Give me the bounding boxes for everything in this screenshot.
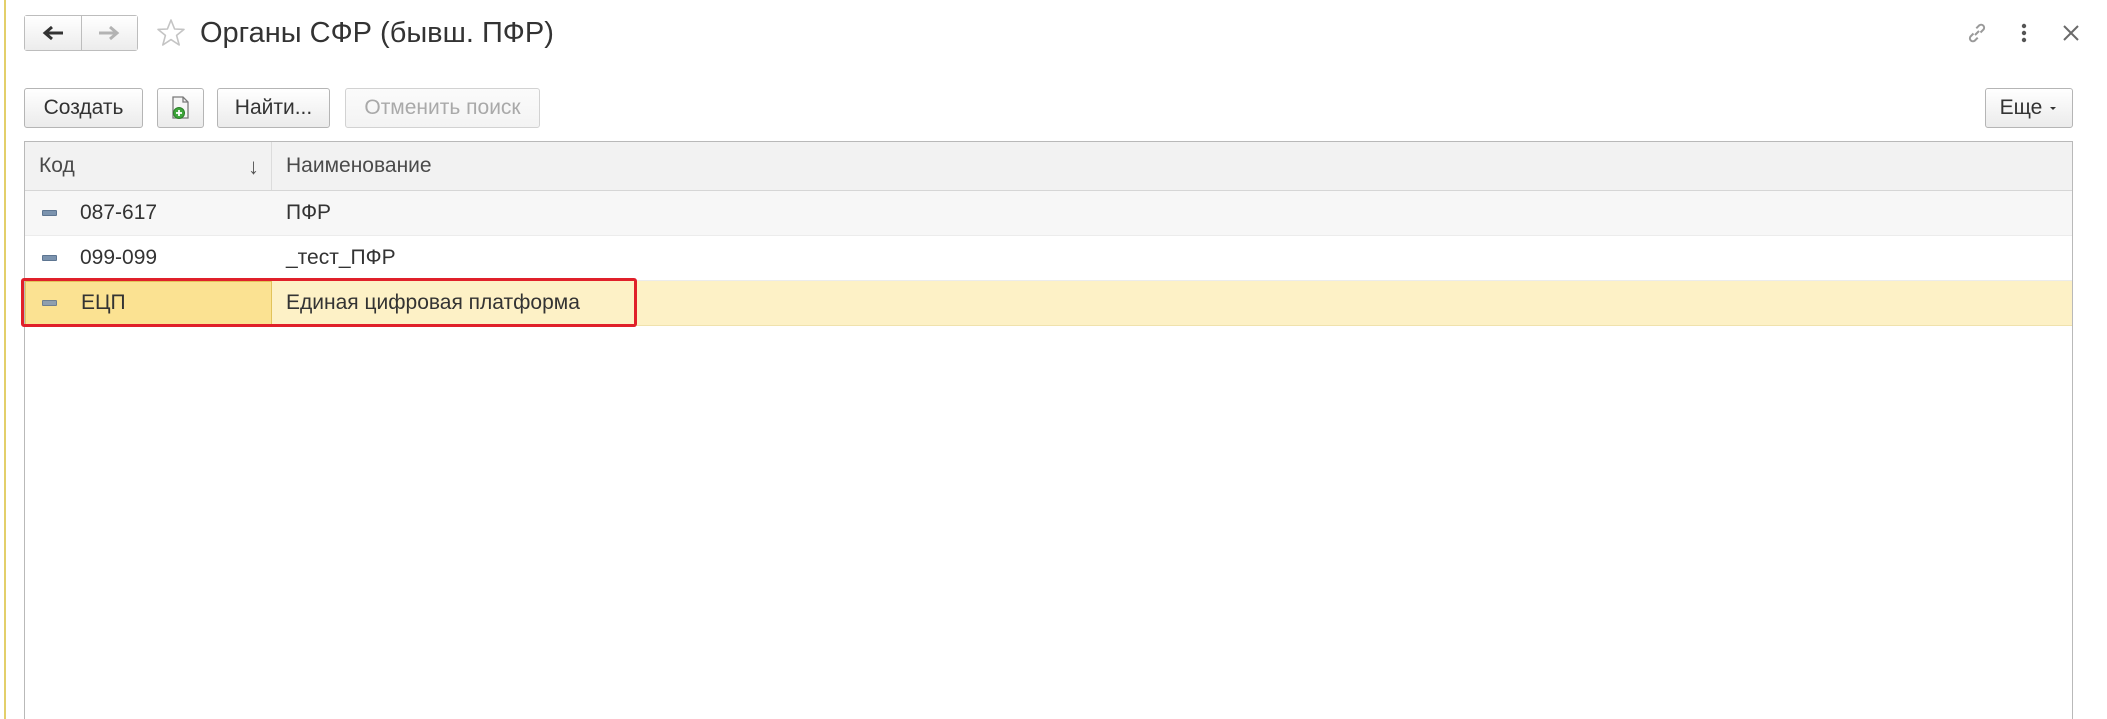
cell-name: Единая цифровая платформа [286,291,580,314]
cell-name: _тест_ПФР [286,246,396,269]
column-header-code-label: Код [39,154,75,177]
create-button-label: Создать [43,96,124,119]
more-button[interactable]: Еще [1985,88,2073,128]
catalog-item-icon [42,300,57,306]
navigation-buttons [24,15,138,51]
more-actions-button[interactable] [2011,20,2037,46]
forward-button[interactable] [80,16,137,50]
cell-name: ПФР [286,201,332,224]
more-vertical-icon [2021,23,2027,43]
create-copy-button[interactable] [157,88,204,128]
document-add-icon [171,96,189,119]
close-icon [2063,25,2079,41]
link-icon [1968,23,1986,43]
link-button[interactable] [1964,20,1990,46]
arrow-right-icon [99,25,120,41]
cell-code-selected: ЕЦП [25,281,272,325]
catalog-window: Органы СФР (бывш. ПФР) Создать Найти... … [0,0,2107,719]
page-title: Органы СФР (бывш. ПФР) [200,17,554,49]
cell-code: 099-099 [80,246,158,269]
close-button[interactable] [2058,20,2084,46]
favorite-button[interactable] [155,17,187,49]
column-header-code[interactable]: Код ↓ [25,142,272,190]
table-row[interactable]: 099-099 _тест_ПФР [25,236,2072,281]
table-header: Код ↓ Наименование [25,142,2072,191]
arrow-left-icon [42,25,63,41]
back-button[interactable] [25,16,81,50]
chevron-down-icon [2050,107,2057,110]
catalog-table: Код ↓ Наименование 087-617 ПФР 099-099 _… [24,141,2073,719]
sort-arrow-icon: ↓ [248,154,259,179]
find-button-label: Найти... [234,96,313,119]
table-row[interactable]: 087-617 ПФР [25,191,2072,236]
window-left-accent [4,0,6,719]
more-button-label: Еще [1999,96,2043,119]
cancel-search-label: Отменить поиск [364,96,521,119]
create-button[interactable]: Создать [24,88,143,128]
find-button[interactable]: Найти... [217,88,330,128]
column-header-name[interactable]: Наименование [272,142,2072,190]
column-header-name-label: Наименование [286,154,432,177]
star-outline-icon [157,19,185,46]
cell-code: 087-617 [80,201,158,224]
cancel-search-button[interactable]: Отменить поиск [345,88,540,128]
table-row-selected[interactable]: ЕЦП Единая цифровая платформа [25,281,2072,326]
